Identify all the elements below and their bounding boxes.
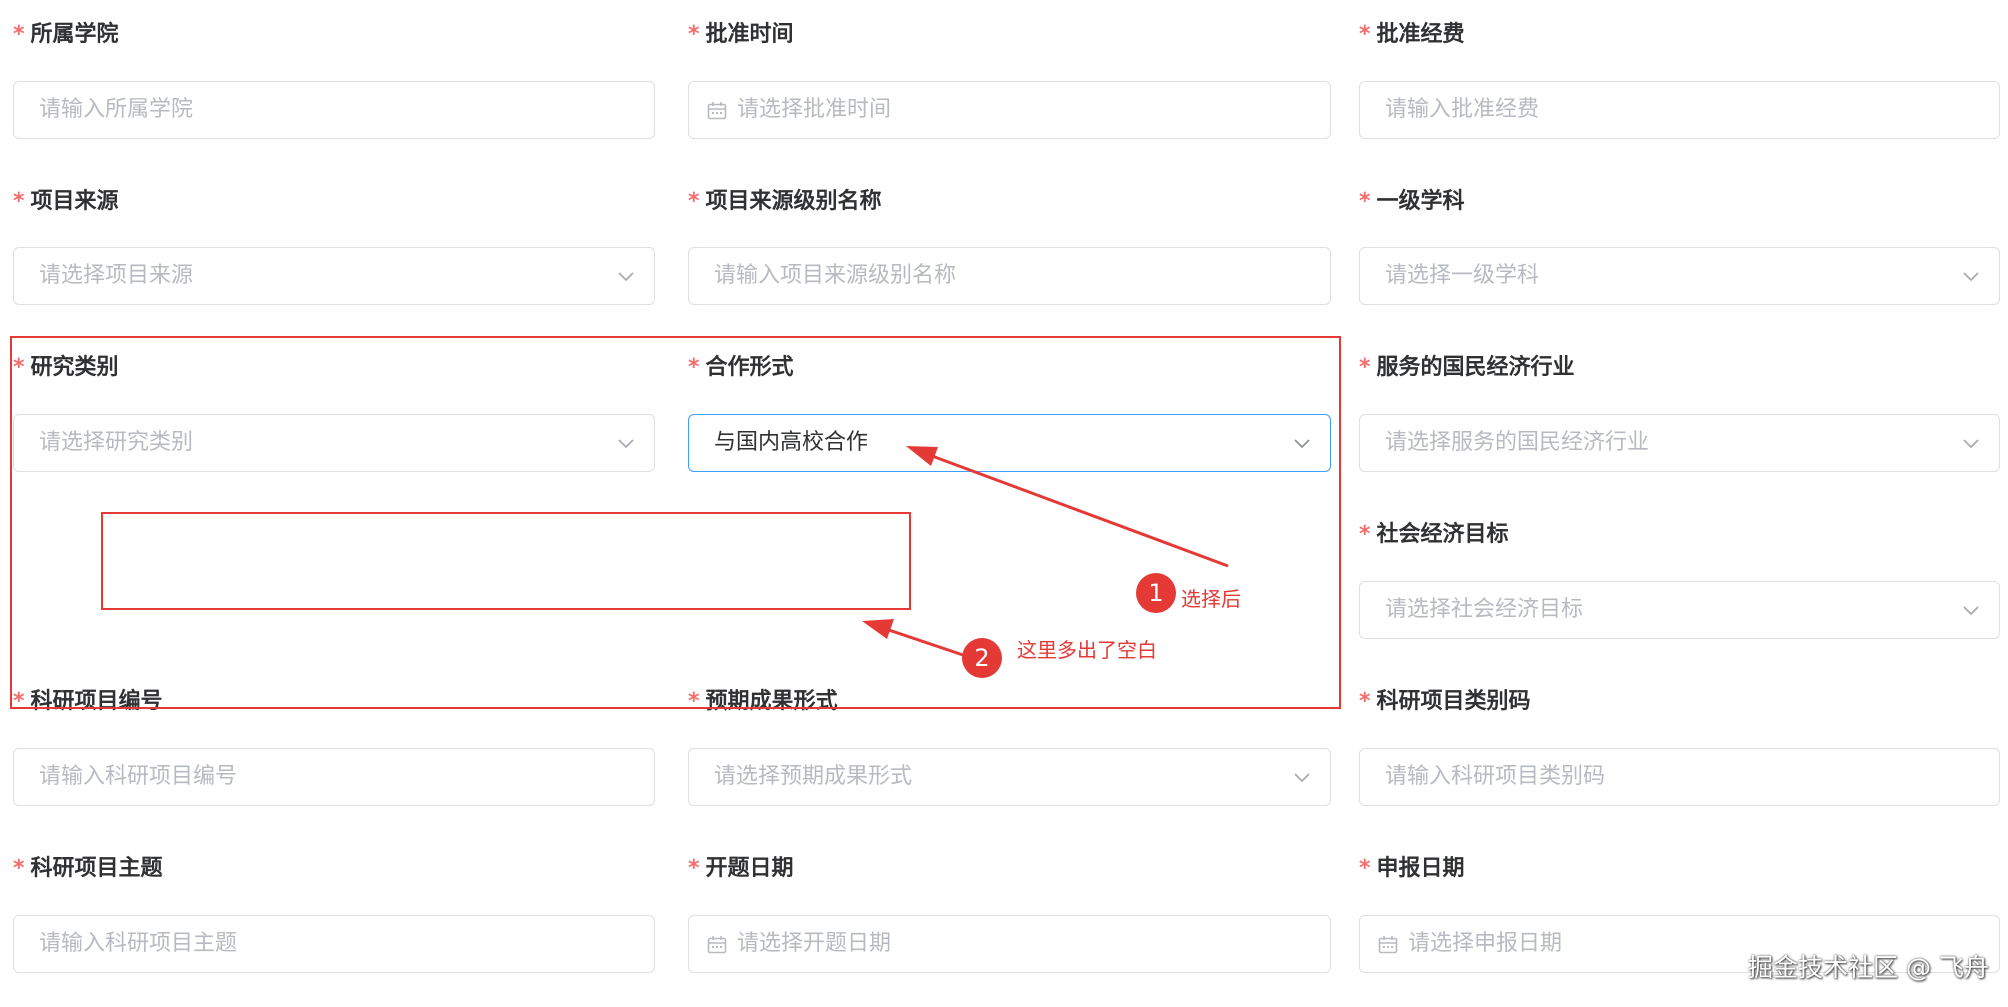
chevron-down-icon <box>618 439 634 449</box>
project-source-label: * 项目来源 <box>13 189 119 214</box>
required-mark: * <box>13 22 25 47</box>
national-economy-industry-label: * 服务的国民经济行业 <box>1359 355 1575 380</box>
primary-discipline-label: * 一级学科 <box>1359 189 1465 214</box>
source-level-name-input[interactable]: 请输入项目来源级别名称 <box>688 247 1331 305</box>
chevron-down-icon <box>1294 439 1310 449</box>
watermark: 掘金技术社区 @ 飞舟 <box>1748 953 1989 982</box>
opening-date-picker[interactable]: 请选择开题日期 <box>688 915 1331 973</box>
source-level-name-placeholder: 请输入项目来源级别名称 <box>714 263 957 288</box>
approve-time-placeholder: 请选择批准时间 <box>737 97 892 122</box>
annotation-arrows <box>862 446 1229 658</box>
annotation-blank-box <box>101 512 911 610</box>
project-number-label: * 科研项目编号 <box>13 689 163 714</box>
expected-outcome-select[interactable]: 请选择预期成果形式 <box>688 748 1331 806</box>
socioeconomic-goal-placeholder: 请选择社会经济目标 <box>1385 597 1584 622</box>
primary-discipline-select[interactable]: 请选择一级学科 <box>1359 247 2000 305</box>
chevron-down-icon <box>1294 773 1310 783</box>
project-subject-placeholder: 请输入科研项目主题 <box>39 931 238 956</box>
research-category-label: * 研究类别 <box>13 355 119 380</box>
project-category-code-label: * 科研项目类别码 <box>1359 689 1531 714</box>
college-input[interactable]: 请输入所属学院 <box>13 81 655 139</box>
expected-outcome-placeholder: 请选择预期成果形式 <box>714 764 913 789</box>
project-number-placeholder: 请输入科研项目编号 <box>39 764 238 789</box>
calendar-icon <box>1378 936 1398 954</box>
project-category-code-placeholder: 请输入科研项目类别码 <box>1385 764 1606 789</box>
project-source-select[interactable]: 请选择项目来源 <box>13 247 655 305</box>
chevron-down-icon <box>1963 439 1979 449</box>
approve-time-label: * 批准时间 <box>688 22 794 47</box>
approve-fund-input[interactable]: 请输入批准经费 <box>1359 81 2000 139</box>
annotation-badge-1: 1 <box>1136 573 1176 613</box>
research-category-placeholder: 请选择研究类别 <box>39 430 194 455</box>
source-level-name-label: * 项目来源级别名称 <box>688 189 882 214</box>
college-label: * 所属学院 <box>13 22 119 47</box>
national-economy-industry-placeholder: 请选择服务的国民经济行业 <box>1385 430 1650 455</box>
cooperation-form-label: * 合作形式 <box>688 355 794 380</box>
annotation-text-2: 这里多出了空白 <box>1017 638 1157 662</box>
national-economy-industry-select[interactable]: 请选择服务的国民经济行业 <box>1359 414 2000 472</box>
college-placeholder: 请输入所属学院 <box>39 97 194 122</box>
project-subject-input[interactable]: 请输入科研项目主题 <box>13 915 655 973</box>
project-source-placeholder: 请选择项目来源 <box>39 263 194 288</box>
approve-time-picker[interactable]: 请选择批准时间 <box>688 81 1331 139</box>
calendar-icon <box>707 936 727 954</box>
chevron-down-icon <box>618 272 634 282</box>
cooperation-form-value: 与国内高校合作 <box>714 430 869 455</box>
approve-fund-placeholder: 请输入批准经费 <box>1385 97 1540 122</box>
research-category-select[interactable]: 请选择研究类别 <box>13 414 655 472</box>
chevron-down-icon <box>1963 272 1979 282</box>
chevron-down-icon <box>1963 606 1979 616</box>
opening-date-label: * 开题日期 <box>688 856 794 881</box>
project-subject-label: * 科研项目主题 <box>13 856 163 881</box>
opening-date-placeholder: 请选择开题日期 <box>737 931 892 956</box>
application-date-label: * 申报日期 <box>1359 856 1465 881</box>
annotation-badge-2: 2 <box>962 638 1002 678</box>
project-category-code-input[interactable]: 请输入科研项目类别码 <box>1359 748 2000 806</box>
socioeconomic-goal-label: * 社会经济目标 <box>1359 522 1509 547</box>
annotation-text-1: 选择后 <box>1181 587 1241 611</box>
application-date-placeholder: 请选择申报日期 <box>1408 931 1563 956</box>
project-number-input[interactable]: 请输入科研项目编号 <box>13 748 655 806</box>
approve-fund-label: * 批准经费 <box>1359 22 1465 47</box>
calendar-icon <box>707 102 727 120</box>
socioeconomic-goal-select[interactable]: 请选择社会经济目标 <box>1359 581 2000 639</box>
cooperation-form-select[interactable]: 与国内高校合作 <box>688 414 1331 472</box>
expected-outcome-label: * 预期成果形式 <box>688 689 838 714</box>
primary-discipline-placeholder: 请选择一级学科 <box>1385 263 1540 288</box>
